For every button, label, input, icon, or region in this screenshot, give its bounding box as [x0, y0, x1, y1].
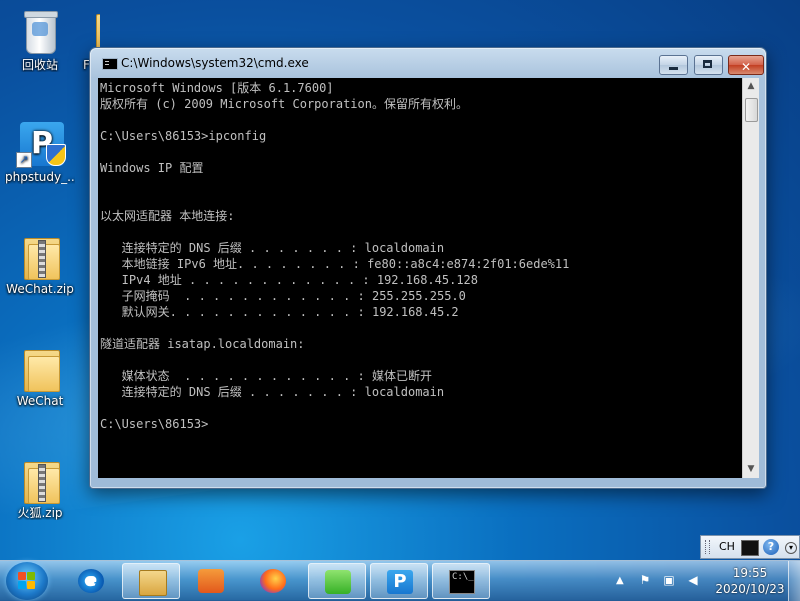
- phpstudy-icon: P: [387, 570, 413, 594]
- zip-folder-icon: [16, 232, 64, 280]
- console-text: Microsoft Windows [版本 6.1.7600] 版权所有 (c)…: [100, 81, 570, 431]
- shortcut-arrow-icon: ↗: [16, 152, 32, 168]
- taskbar-firefox[interactable]: [244, 563, 302, 599]
- cmd-icon[interactable]: [102, 58, 118, 70]
- minimize-icon: [669, 67, 678, 70]
- console-output[interactable]: Microsoft Windows [版本 6.1.7600] 版权所有 (c)…: [98, 78, 742, 478]
- desktop-icon-label: WeChat.zip: [6, 282, 74, 296]
- scroll-thumb[interactable]: [745, 98, 758, 122]
- window-titlebar[interactable]: C:\Windows\system32\cmd.exe ✕: [90, 48, 766, 78]
- desktop-icon-label: 回收站: [21, 58, 58, 72]
- vertical-scrollbar[interactable]: ▲ ▼: [742, 78, 759, 478]
- phpstudy-icon: P ↗: [16, 120, 66, 168]
- windows-explorer-icon: [139, 570, 167, 596]
- window-title: C:\Windows\system32\cmd.exe: [121, 56, 309, 70]
- desktop-icon-wechat-folder[interactable]: WeChat: [5, 344, 75, 408]
- recycle-bin-icon: [16, 8, 64, 56]
- scroll-down-button[interactable]: ▼: [743, 461, 759, 478]
- cmd-window[interactable]: C:\Windows\system32\cmd.exe ✕ Microsoft …: [89, 47, 767, 489]
- desktop-icon-firefox-zip[interactable]: 火狐.zip: [5, 456, 75, 520]
- close-button[interactable]: ✕: [728, 55, 764, 75]
- volume-icon[interactable]: ◀: [686, 573, 700, 587]
- close-icon: ✕: [740, 60, 752, 74]
- desktop-icon-phpstudy[interactable]: P ↗ phpstudy_...: [5, 120, 75, 184]
- desktop-icon-label: WeChat: [16, 394, 64, 408]
- internet-explorer-icon: e: [78, 569, 104, 593]
- cmd-icon: C:\_: [449, 570, 475, 594]
- taskbar-media-player[interactable]: [182, 563, 240, 599]
- show-desktop-button[interactable]: [788, 561, 800, 601]
- keyboard-icon[interactable]: [741, 540, 759, 556]
- scroll-up-button[interactable]: ▲: [743, 78, 759, 95]
- start-button[interactable]: [6, 562, 48, 600]
- action-center-flag-icon[interactable]: ⚑: [638, 573, 652, 587]
- clock-time: 19:55: [732, 566, 768, 580]
- maximize-icon: [703, 60, 712, 68]
- clock-date: 2020/10/23: [715, 582, 785, 596]
- language-bar-grip[interactable]: [705, 540, 710, 554]
- maximize-button[interactable]: [694, 55, 723, 75]
- firefox-icon: [260, 569, 286, 593]
- system-tray: ▲ ⚑ ▣ ◀ 19:55 2020/10/23: [612, 561, 800, 601]
- windows-logo-icon: [18, 572, 36, 590]
- minimize-button[interactable]: [659, 55, 688, 75]
- media-player-icon: [198, 569, 224, 593]
- desktop-icon-label: 火狐.zip: [17, 506, 63, 520]
- zip-folder-icon: [16, 456, 64, 504]
- taskbar-internet-explorer[interactable]: e: [62, 563, 120, 599]
- language-bar[interactable]: CH ? ▾: [700, 535, 800, 559]
- taskbar-wechat[interactable]: [308, 563, 366, 599]
- taskbar-phpstudy[interactable]: P: [370, 563, 428, 599]
- network-icon[interactable]: ▣: [662, 573, 676, 587]
- langbar-minimize-icon[interactable]: ▾: [785, 542, 797, 554]
- language-indicator[interactable]: CH: [719, 540, 735, 553]
- desktop-icon-wechat-zip[interactable]: WeChat.zip: [5, 232, 75, 296]
- help-icon[interactable]: ?: [763, 539, 779, 555]
- taskbar: e P C:\_ ▲ ⚑ ▣ ◀ 19:55 2020/10/23: [0, 560, 800, 601]
- taskbar-cmd[interactable]: C:\_: [432, 563, 490, 599]
- taskbar-windows-explorer[interactable]: [122, 563, 180, 599]
- wechat-icon: [325, 570, 351, 594]
- desktop-icon-recycle-bin[interactable]: 回收站: [5, 8, 75, 72]
- clock[interactable]: 19:55 2020/10/23: [710, 565, 790, 597]
- show-hidden-icons-icon[interactable]: ▲: [616, 575, 624, 586]
- desktop-icon-label: phpstudy_...: [5, 170, 75, 184]
- folder-icon: [16, 344, 64, 392]
